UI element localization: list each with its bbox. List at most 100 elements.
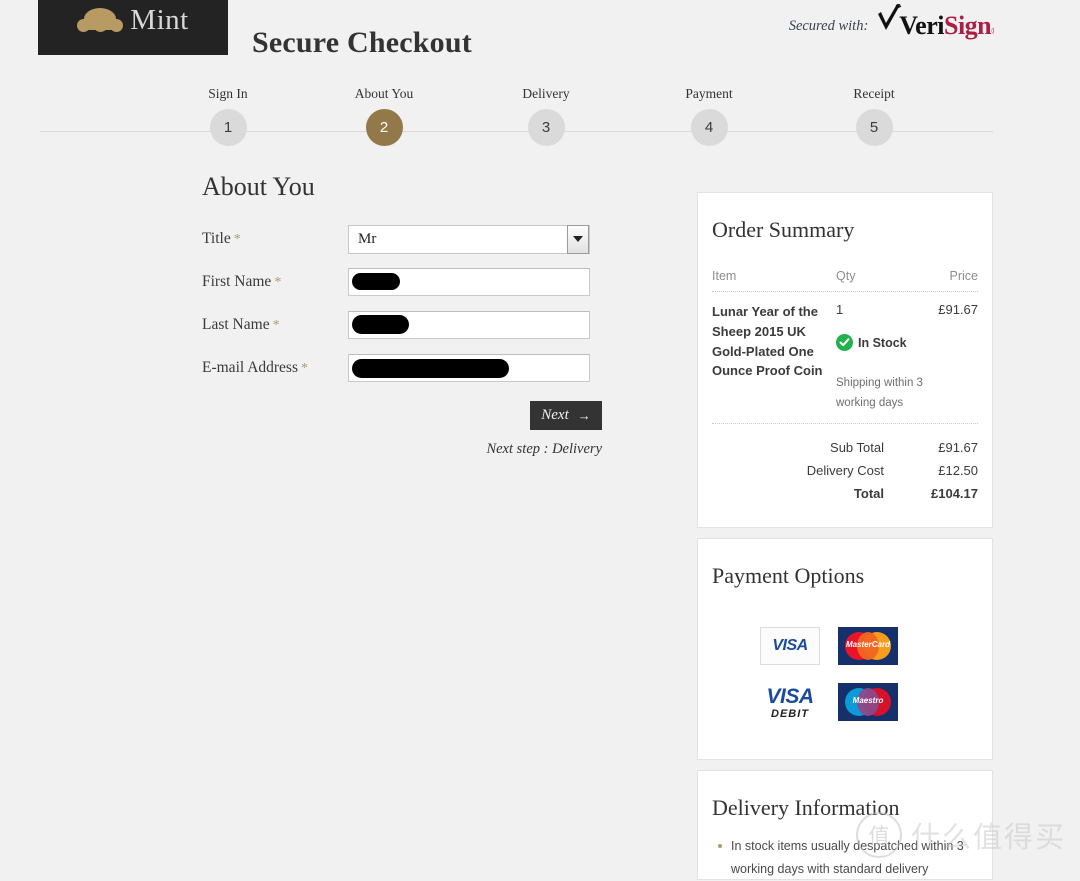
email-control [348,354,590,382]
column-header-price: Price [949,269,978,283]
title-label-text: Title [202,230,231,247]
subtotal-label: Sub Total [830,440,884,456]
stock-status-text: In Stock [858,335,907,350]
title-select[interactable]: Mr [348,224,590,254]
check-icon [876,4,902,34]
table-row: Lunar Year of the Sheep 2015 UK Gold-Pla… [712,292,978,413]
table-header-row: Item Qty Price [712,269,978,291]
order-summary-title: Order Summary [712,217,855,242]
subtotal-value: £91.67 [938,440,978,456]
last-name-label: Last Name * [202,316,348,334]
required-asterisk: * [272,318,280,333]
order-summary-table: Item Qty Price Lunar Year of the Sheep 2… [712,269,978,413]
check-circle-icon [836,334,853,351]
next-button[interactable]: Next → [530,401,602,430]
next-button-row: Next → [202,401,602,430]
next-button-label: Next [541,407,569,423]
visa-debit-label: VISA [766,684,814,708]
step-delivery[interactable]: Delivery 3 [486,86,606,146]
step-sign-in[interactable]: Sign In 1 [168,86,288,146]
title-control: Mr [348,224,590,254]
site-logo[interactable]: Mint [38,0,228,55]
field-row-email: E-mail Address * [202,353,602,383]
status-badge: In Stock [836,334,907,351]
delivery-cost-value: £12.50 [938,463,978,479]
maestro-label: Maestro [852,696,884,705]
title-select-value: Mr [358,230,377,247]
step-label: Receipt [853,86,895,101]
verisign-logo: Veri Sign ® [876,4,998,41]
first-name-control [348,268,590,296]
step-number: 1 [209,109,247,146]
delivery-cost-label: Delivery Cost [806,463,884,479]
last-name-input[interactable] [348,311,590,339]
mastercard-circles: MasterCard [845,632,891,660]
order-totals: Sub Total £91.67 Delivery Cost £12.50 To… [712,436,978,505]
total-row-subtotal: Sub Total £91.67 [712,436,978,459]
email-label-text: E-mail Address [202,359,298,376]
verisign-sign-text: Sign [944,11,992,40]
first-name-input[interactable] [348,268,590,296]
visa-debit-sublabel: DEBIT [771,707,809,720]
total-row-grand: Total £104.17 [712,482,978,505]
chevron-down-icon[interactable] [567,224,589,254]
about-you-form: About You Title * Mr First Name * Last N… [202,172,602,458]
arrow-right-icon: → [577,407,591,423]
secured-with-label: Secured with: [788,18,869,34]
required-asterisk: * [274,275,282,290]
total-row-delivery: Delivery Cost £12.50 [712,459,978,482]
form-title: About You [202,172,315,201]
redaction-mark [352,359,509,378]
field-row-last-name: Last Name * [202,310,602,340]
maestro-circles: Maestro [845,688,891,716]
next-step-note: Next step : Delivery [486,441,602,457]
visa-card-label: VISA [772,637,808,654]
step-number: 2 [365,109,403,146]
line-item-name: Lunar Year of the Sheep 2015 UK Gold-Pla… [712,304,823,379]
required-asterisk: * [301,361,308,376]
step-about-you[interactable]: About You 2 [324,86,444,146]
checkout-page: Mint Secure Checkout Secured with: Veri … [0,0,1080,880]
totals-divider [712,423,978,425]
redaction-mark [352,315,409,334]
total-label: Total [853,486,884,502]
watermark-text: 什么值得买 [910,822,1066,854]
step-label: Sign In [208,86,248,101]
maestro-icon: Maestro [838,683,898,721]
mastercard-label: MasterCard [845,640,890,649]
verisign-veri-text: Veri [899,11,944,40]
page-right-margin [994,0,1080,872]
payment-options-panel: Payment Options VISA MasterCard VISA DEB… [697,538,993,760]
order-summary-panel: Order Summary Item Qty Price Lunar Year … [697,192,993,528]
step-number: 4 [690,109,728,146]
column-header-qty: Qty [836,269,856,283]
step-number: 3 [527,109,565,146]
title-label: Title * [202,230,348,248]
required-asterisk: * [233,232,241,247]
redaction-mark [352,273,400,290]
checkout-progress-steps: Sign In 1 About You 2 Delivery 3 Payment… [40,86,993,152]
payment-options-title: Payment Options [712,563,865,588]
last-name-control [348,311,590,339]
step-label: Payment [685,86,733,101]
watermark-badge-icon: 值 [855,812,902,858]
total-value: £104.17 [931,486,978,502]
step-receipt[interactable]: Receipt 5 [814,86,934,146]
email-label: E-mail Address * [202,359,348,377]
logo-wordmark: Mint [130,3,189,36]
crown-icon [77,8,124,32]
email-input[interactable] [348,354,590,382]
step-label: About You [354,86,414,101]
step-payment[interactable]: Payment 4 [649,86,769,146]
first-name-label: First Name * [202,273,348,291]
mastercard-icon: MasterCard [838,627,898,665]
smzdm-watermark: 值 什么值得买 [855,812,1066,858]
page-title: Secure Checkout [252,26,472,60]
line-item-middle: 1 In Stock Shipping within 3 working day… [836,302,923,413]
field-row-first-name: First Name * [202,267,602,297]
visa-card-icon: VISA [760,627,820,665]
step-label: Delivery [522,86,570,101]
last-name-label-text: Last Name [202,316,270,333]
line-item-price: £91.67 [938,302,978,317]
payment-card-list: VISA MasterCard VISA DEBIT Maestro [760,627,950,721]
